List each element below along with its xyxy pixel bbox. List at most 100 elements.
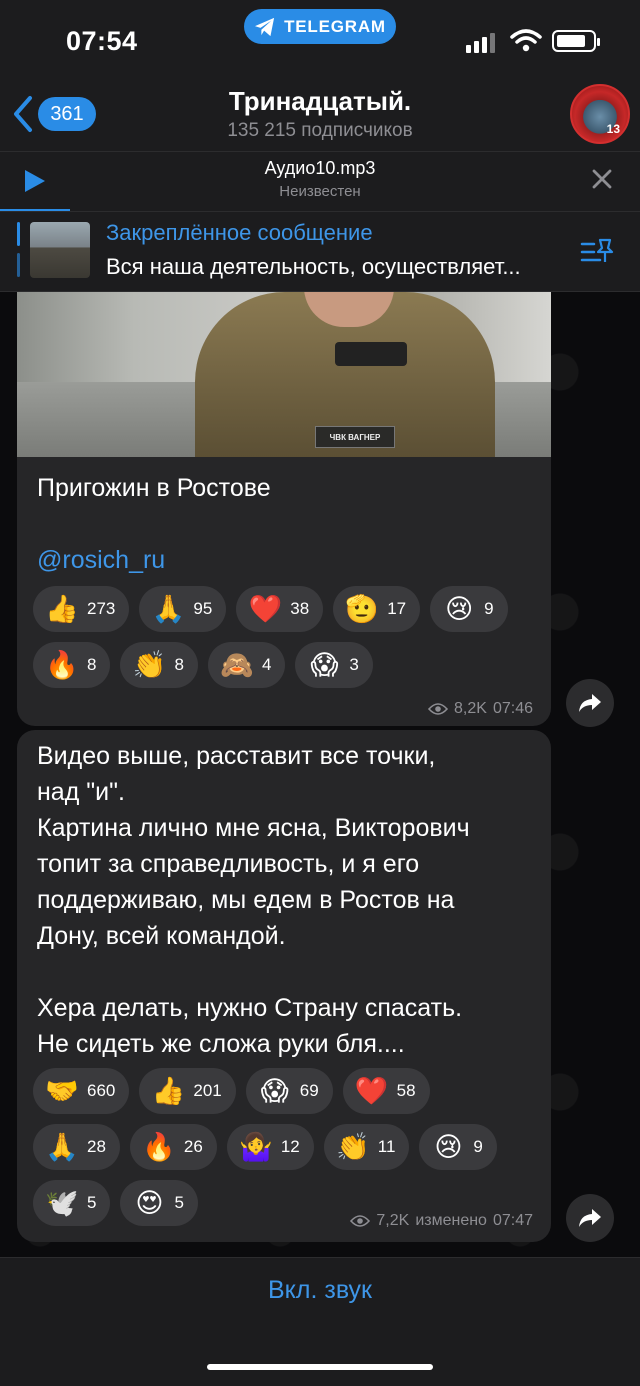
message-line: Дону, всей командой. [37,922,286,950]
reaction-emoji: 🤝 [45,1076,79,1106]
reaction-count: 17 [387,599,407,618]
reaction-chip[interactable]: 🙈 4 [207,642,286,688]
reaction-count: 4 [261,655,272,674]
reaction-count: 5 [174,1193,184,1212]
eye-icon [428,703,449,715]
view-count: 8,2K [454,700,487,717]
reaction-count: 273 [87,599,116,618]
pinned-indicator [17,253,20,277]
reaction-chip[interactable]: 🙏 95 [139,586,227,632]
reaction-chip[interactable]: ❤️ 38 [236,586,324,632]
message-bubble[interactable]: ЧВК ВАГНЕР Пригожин в Ростове @rosich_ru… [17,292,551,726]
reaction-chip[interactable]: 🤷‍♀️ 12 [226,1124,314,1170]
reaction-emoji: 🔥 [142,1132,176,1162]
reaction-count: 660 [87,1081,116,1100]
reaction-chip[interactable]: 🔥 8 [33,642,111,688]
back-unread-badge[interactable]: 361 [38,97,96,131]
reactions: 🤝 660 👍 201 😱 69 ❤️ 58 🙏 28 🔥 26 🤷‍♀️ 12 👏 11 😢 9 🕊️ 5 😍 5 [33,1068,503,1226]
home-indicator[interactable] [207,1364,433,1370]
reaction-chip[interactable]: 😢 9 [430,586,508,632]
message-link[interactable]: @rosich_ru [37,542,165,578]
message-text: Пригожин в Ростове [37,474,271,502]
message-meta: 8,2K 07:46 [428,700,533,718]
reaction-chip[interactable]: 😱 69 [245,1068,333,1114]
reaction-count: 38 [290,599,310,618]
cellular-signal-icon [466,33,495,53]
reaction-emoji: 👏 [132,650,167,680]
reaction-emoji: 🙏 [151,594,186,624]
unmute-button[interactable]: Вкл. звук [0,1276,640,1305]
channel-avatar[interactable]: 13 [570,84,630,144]
status-time: 07:54 [66,26,138,56]
reaction-chip[interactable]: 😱 3 [295,642,373,688]
reaction-chip[interactable]: 😍 5 [120,1180,198,1226]
reaction-count: 9 [484,599,494,618]
wifi-icon [510,29,542,52]
reaction-count: 69 [299,1081,319,1100]
reaction-chip[interactable]: 👍 273 [33,586,130,632]
share-arrow-icon [579,1209,601,1227]
telegram-plane-icon [255,17,275,36]
reaction-emoji: 👍 [45,594,79,624]
reaction-emoji: 🙏 [45,1132,79,1162]
reaction-chip[interactable]: 👍 201 [139,1068,236,1114]
reaction-emoji: 🕊️ [45,1188,79,1218]
telegram-pill-label: TELEGRAM [284,16,386,36]
reaction-emoji: 🫡 [345,594,380,624]
reaction-emoji: 🤷‍♀️ [239,1132,273,1162]
reaction-count: 95 [193,599,213,618]
message-meta: 7,2K изменено 07:47 [350,1212,533,1230]
reaction-chip[interactable]: 🔥 26 [129,1124,217,1170]
message-bubble[interactable]: Видео выше, расставит все точки, над "и".… [17,730,551,1242]
reaction-count: 8 [87,655,97,674]
pin-list-icon[interactable] [580,236,616,268]
view-count: 7,2K [376,1212,410,1229]
reaction-emoji: 😢 [445,594,474,624]
message-line: поддерживаю, мы едем в Ростов на [37,886,455,914]
telegram-pill[interactable]: TELEGRAM [244,9,396,44]
reaction-count: 5 [87,1193,97,1212]
reaction-emoji: 😱 [260,1076,289,1106]
subscriber-count: 135 215 подписчиков [227,120,413,141]
video-thumbnail[interactable]: ЧВК ВАГНЕР [17,292,551,457]
reaction-count: 3 [349,655,359,674]
reaction-count: 58 [396,1081,416,1100]
divider [0,151,640,152]
message-time: 07:47 [492,1212,533,1229]
divider [0,1257,640,1258]
reaction-emoji: 😢 [434,1132,463,1162]
play-icon[interactable] [22,168,48,194]
reaction-emoji: 👍 [151,1076,186,1106]
reaction-count: 201 [193,1081,222,1100]
forward-button[interactable] [566,1194,614,1242]
reaction-emoji: 👏 [335,1132,370,1162]
audio-title[interactable]: Аудио10.mp3 [120,158,520,179]
reactions: 👍 273 🙏 95 ❤️ 38 🫡 17 😢 9 🔥 8 👏 8 🙈 4 😱 3 [33,586,533,688]
message-line: топит за справедливость, и я его [37,850,420,878]
back-chevron-icon[interactable] [10,94,36,134]
avatar-badge-text: 13 [606,122,620,136]
pinned-text[interactable]: Вся наша деятельность, осуществляет... [106,254,578,280]
channel-title[interactable]: Тринадцатый. [120,86,520,117]
pinned-title[interactable]: Закреплённое сообщение [106,220,373,246]
patch-text: ЧВК ВАГНЕР [315,426,395,448]
reaction-chip[interactable]: 👏 8 [120,642,198,688]
reaction-count: 9 [473,1137,483,1156]
reaction-chip[interactable]: 🕊️ 5 [33,1180,111,1226]
reaction-emoji: ❤️ [248,594,283,624]
reaction-chip[interactable]: 🫡 17 [333,586,421,632]
reaction-emoji: ❤️ [354,1076,389,1106]
reaction-chip[interactable]: ❤️ 58 [342,1068,430,1114]
audio-artist: Неизвестен [279,183,361,200]
reaction-chip[interactable]: 🙏 28 [33,1124,120,1170]
reaction-chip[interactable]: 😢 9 [419,1124,497,1170]
close-icon[interactable] [591,168,613,190]
reaction-count: 26 [183,1137,203,1156]
battery-icon [552,30,600,52]
reaction-chip[interactable]: 🤝 660 [33,1068,130,1114]
forward-button[interactable] [566,679,614,727]
reaction-chip[interactable]: 👏 11 [323,1124,410,1170]
pinned-thumbnail[interactable] [30,222,90,278]
message-line: Не сидеть же сложа руки бля.... [37,1030,405,1058]
reaction-count: 28 [87,1137,106,1156]
